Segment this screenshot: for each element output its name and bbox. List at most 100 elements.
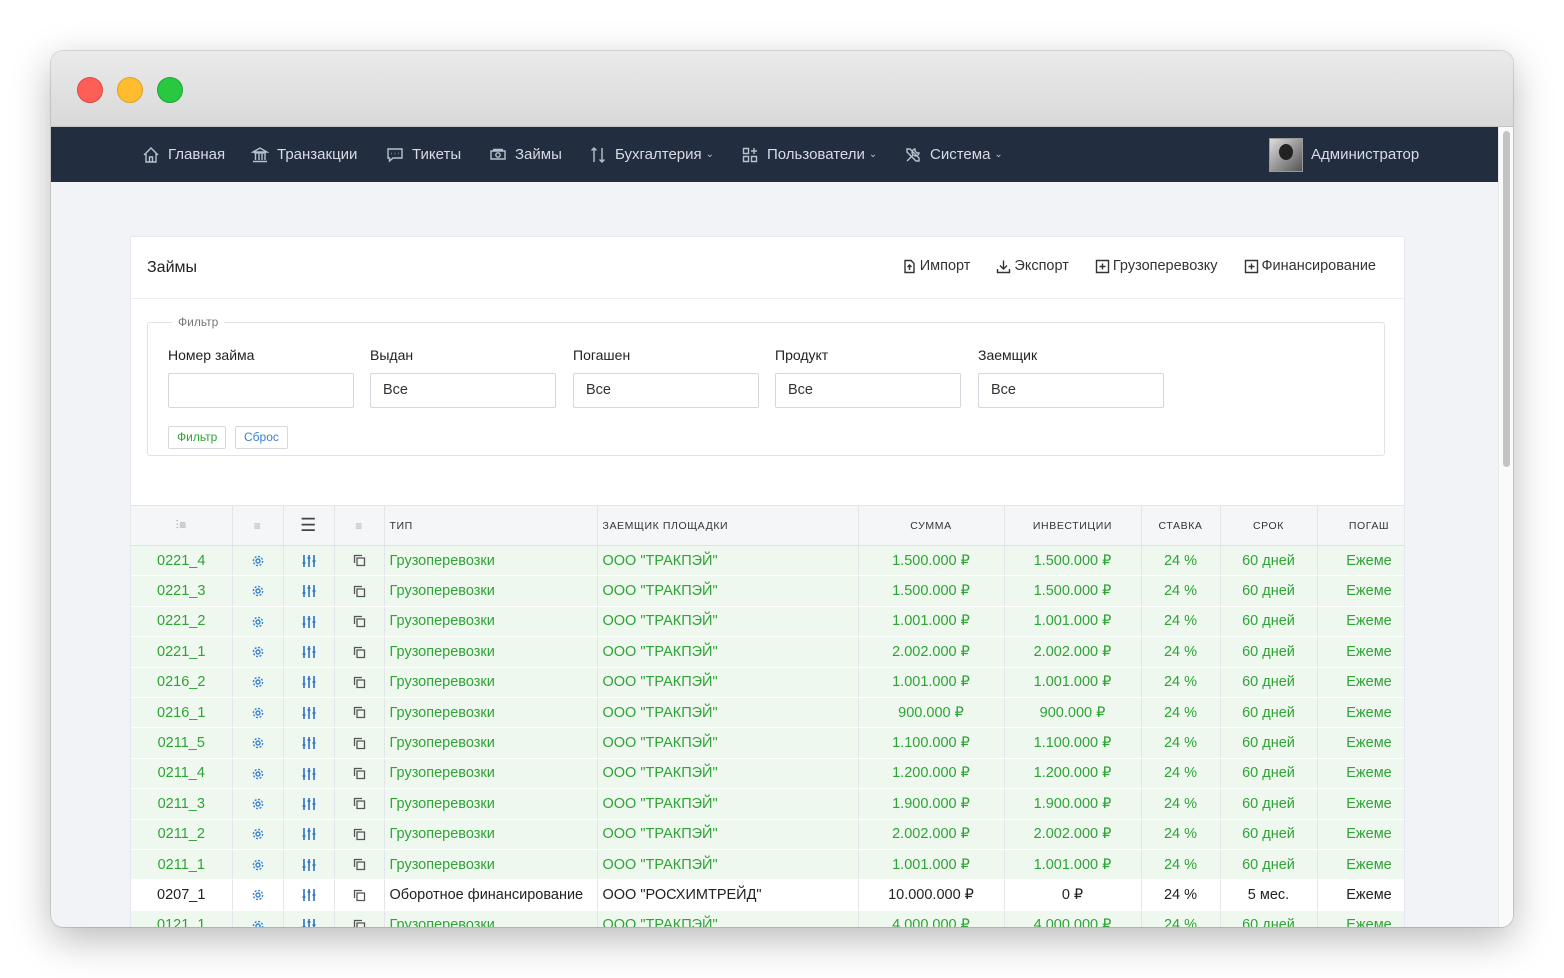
settings-button[interactable] [232,819,284,850]
scrollbar-thumb[interactable] [1503,131,1510,467]
close-window-button[interactable] [77,77,103,103]
settings-button[interactable] [232,575,284,607]
copy-button[interactable] [334,758,385,790]
import-button[interactable]: Импорт [902,258,970,274]
loan-id-link[interactable]: 0211_3 [131,788,233,820]
adjust-button[interactable] [283,667,335,698]
nav-accounting[interactable]: Бухгалтерия ⌄ [589,127,714,182]
settings-button[interactable] [232,879,284,911]
copy-button[interactable] [334,606,385,638]
copy-button[interactable] [334,727,385,759]
options-column-icon[interactable]: ≡ [334,506,385,546]
copy-button[interactable] [334,819,385,850]
export-button[interactable]: Экспорт [996,258,1069,274]
table-row[interactable]: 0211_2 Грузоперевозки ООО "ТРАКПЭЙ" 2.002.0… [131,819,1404,850]
product-select[interactable]: Все [775,373,961,408]
adjust-button[interactable] [283,758,335,790]
col-borrower[interactable]: Заемщик площадки [597,506,859,546]
loan-id-link[interactable]: 0211_5 [131,727,233,759]
borrower-select[interactable]: Все [978,373,1164,408]
loan-id-link[interactable]: 0216_2 [131,667,233,698]
table-row[interactable]: 0121_1 Грузоперевозки ООО "ТРАКПЭЙ" 4.000.0… [131,910,1404,927]
settings-button[interactable] [232,788,284,820]
copy-button[interactable] [334,545,385,577]
settings-button[interactable] [232,606,284,638]
adjust-button[interactable] [283,606,335,638]
adjust-button[interactable] [283,879,335,911]
adjust-button[interactable] [283,819,335,850]
loan-id-link[interactable]: 0211_4 [131,758,233,790]
loan-id-link[interactable]: 0221_1 [131,636,233,668]
adjust-button[interactable] [283,849,335,881]
nav-system[interactable]: Система ⌄ [904,127,1003,182]
adjust-button[interactable] [283,697,335,729]
adjust-button[interactable] [283,788,335,820]
minimize-window-button[interactable] [117,77,143,103]
sort-column-icon[interactable]: ⫶≡ [131,506,233,546]
add-financing-button[interactable]: Финансирование [1244,258,1376,274]
table-row[interactable]: 0211_4 Грузоперевозки ООО "ТРАКПЭЙ" 1.200.0… [131,758,1404,790]
issued-select[interactable]: Все [370,373,556,408]
add-cargo-loan-button[interactable]: Грузоперевозку [1095,258,1218,274]
adjust-button[interactable] [283,910,335,927]
table-row[interactable]: 0216_1 Грузоперевозки ООО "ТРАКПЭЙ" 900.000… [131,697,1404,729]
settings-button[interactable] [232,697,284,729]
adjust-button[interactable] [283,636,335,668]
col-amount[interactable]: Сумма [858,506,1005,546]
settings-button[interactable] [232,667,284,698]
loan-id-link[interactable]: 0221_4 [131,545,233,577]
table-row[interactable]: 0211_1 Грузоперевозки ООО "ТРАКПЭЙ" 1.001.0… [131,849,1404,881]
table-row[interactable]: 0221_4 Грузоперевозки ООО "ТРАКПЭЙ" 1.500.0… [131,545,1404,577]
loan-id-link[interactable]: 0207_1 [131,879,233,911]
user-menu[interactable]: Администратор [1269,127,1419,182]
table-row[interactable]: 0221_2 Грузоперевозки ООО "ТРАКПЭЙ" 1.001.0… [131,606,1404,638]
settings-button[interactable] [232,545,284,577]
table-row[interactable]: 0221_1 Грузоперевозки ООО "ТРАКПЭЙ" 2.002.0… [131,636,1404,668]
nav-home[interactable]: Главная [142,127,225,182]
settings-button[interactable] [232,849,284,881]
nav-tickets[interactable]: Тикеты [386,127,461,182]
table-row[interactable]: 0211_3 Грузоперевозки ООО "ТРАКПЭЙ" 1.900.0… [131,788,1404,820]
menu-column-icon[interactable]: ≡ [232,506,284,546]
loan-id-link[interactable]: 0211_2 [131,819,233,850]
settings-button[interactable] [232,727,284,759]
table-row[interactable]: 0221_3 Грузоперевозки ООО "ТРАКПЭЙ" 1.500.0… [131,575,1404,607]
nav-loans[interactable]: Займы [489,127,562,182]
adjust-button[interactable] [283,545,335,577]
copy-button[interactable] [334,879,385,911]
copy-button[interactable] [334,697,385,729]
loan-id-link[interactable]: 0216_1 [131,697,233,729]
table-row[interactable]: 0211_5 Грузоперевозки ООО "ТРАКПЭЙ" 1.100.0… [131,727,1404,759]
maximize-window-button[interactable] [157,77,183,103]
loan-id-link[interactable]: 0221_3 [131,575,233,607]
adjust-button[interactable] [283,575,335,607]
nav-users[interactable]: Пользователи ⌄ [741,127,877,182]
copy-button[interactable] [334,667,385,698]
col-type[interactable]: Тип [384,506,598,546]
adjust-button[interactable] [283,727,335,759]
list-column-icon[interactable]: ☰ [283,506,335,546]
copy-button[interactable] [334,849,385,881]
copy-button[interactable] [334,575,385,607]
apply-filter-button[interactable]: Фильтр [168,426,227,449]
table-row[interactable]: 0207_1 Оборотное финансирование ООО "РОСХИ… [131,879,1404,911]
vertical-scrollbar[interactable] [1498,127,1513,927]
repaid-select[interactable]: Все [573,373,759,408]
table-row[interactable]: 0216_2 Грузоперевозки ООО "ТРАКПЭЙ" 1.001.0… [131,667,1404,698]
col-repayment[interactable]: Погаш [1317,506,1404,546]
loan-id-link[interactable]: 0211_1 [131,849,233,881]
nav-transactions[interactable]: Транзакции [251,127,357,182]
settings-button[interactable] [232,636,284,668]
settings-button[interactable] [232,910,284,927]
copy-button[interactable] [334,636,385,668]
copy-button[interactable] [334,788,385,820]
col-term[interactable]: Срок [1220,506,1318,546]
copy-button[interactable] [334,910,385,927]
reset-filter-button[interactable]: Сброс [235,426,288,449]
loan-id-link[interactable]: 0221_2 [131,606,233,638]
loan-number-input[interactable] [168,373,354,408]
col-rate[interactable]: Ставка [1141,506,1221,546]
settings-button[interactable] [232,758,284,790]
loan-id-link[interactable]: 0121_1 [131,910,233,927]
col-investments[interactable]: Инвестиции [1004,506,1142,546]
